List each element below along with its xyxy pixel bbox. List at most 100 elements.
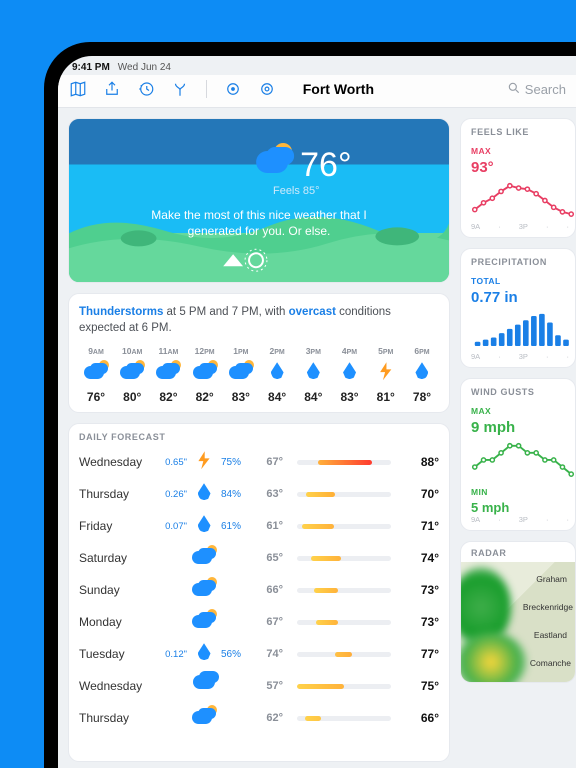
gear-icon[interactable]	[257, 79, 277, 99]
hourly-column[interactable]: 9AM76°	[79, 346, 113, 404]
toolbar: Fort Worth Search	[58, 75, 576, 108]
hourly-column[interactable]: 1PM83°	[224, 346, 258, 404]
daily-row[interactable]: Thursday0.26"84%63°70°	[69, 478, 449, 510]
precipitation-card[interactable]: PRECIPITATION TOTAL 0.77 in 9A·3P··	[460, 248, 576, 368]
rain-icon	[338, 362, 362, 384]
hourly-column[interactable]: 3PM84°	[296, 346, 330, 404]
status-bar: 9:41 PM Wed Jun 24	[58, 56, 576, 75]
day-name: Thursday	[79, 487, 147, 501]
partly-cloudy-icon	[229, 362, 253, 384]
toolbar-separator	[206, 80, 207, 98]
precip-title: PRECIPITATION	[471, 255, 575, 271]
history-icon[interactable]	[136, 79, 156, 99]
share-icon[interactable]	[102, 79, 122, 99]
hour-label: 10AM	[122, 346, 142, 356]
fork-icon[interactable]	[170, 79, 190, 99]
partly-cloudy-icon	[84, 362, 108, 384]
daily-row[interactable]: Friday0.07"61%61°71°	[69, 510, 449, 542]
daily-row[interactable]: Thursday62°66°	[69, 702, 449, 734]
day-name: Sunday	[79, 583, 147, 597]
wind-max-label: MAX	[471, 406, 491, 416]
daily-row[interactable]: Wednesday57°75°	[69, 670, 449, 702]
status-time: 9:41 PM	[72, 62, 110, 73]
day-name: Thursday	[79, 711, 147, 725]
day-name: Tuesday	[79, 647, 147, 661]
low-temp: 65°	[255, 552, 283, 564]
hourly-column[interactable]: 11AM82°	[151, 346, 185, 404]
temp-range-bar	[297, 524, 391, 529]
thunderstorm-icon	[374, 362, 398, 384]
partly-cloudy-icon	[254, 145, 294, 185]
map-icon[interactable]	[68, 79, 88, 99]
hero-message: Make the most of this nice weather that …	[69, 207, 449, 239]
rain-icon	[301, 362, 325, 384]
daily-forecast-card[interactable]: DAILY FORECAST Wednesday0.65"75%67°88°Th…	[68, 423, 450, 762]
feels-like-title: FEELS LIKE	[471, 125, 575, 141]
hourly-column[interactable]: 2PM84°	[260, 346, 294, 404]
feels-like-card[interactable]: FEELS LIKE MAX 93° 9A·3P··	[460, 118, 576, 238]
rain-icon	[410, 362, 434, 384]
forecast-summary: Thunderstorms at 5 PM and 7 PM, with ove…	[79, 304, 439, 336]
daily-row[interactable]: Tuesday0.12"56%74°77°	[69, 638, 449, 670]
high-temp: 73°	[405, 583, 439, 597]
temp-range-bar	[297, 588, 391, 593]
daily-title: DAILY FORECAST	[69, 424, 449, 446]
partly-cloudy-icon	[192, 611, 216, 633]
partly-cloudy-icon	[192, 579, 216, 601]
day-name: Saturday	[79, 551, 147, 565]
wind-max: 9 mph	[471, 419, 575, 436]
hourly-column[interactable]: 12PM82°	[188, 346, 222, 404]
low-temp: 67°	[255, 456, 283, 468]
partly-cloudy-icon	[192, 707, 216, 729]
thunderstorm-icon	[193, 451, 215, 473]
low-temp: 66°	[255, 584, 283, 596]
partly-cloudy-icon	[120, 362, 144, 384]
hour-label: 5PM	[378, 346, 393, 356]
temp-range-bar	[297, 556, 391, 561]
hour-temp: 84°	[268, 390, 286, 404]
wind-gusts-card[interactable]: WIND GUSTS MAX 9 mph MIN 5 mph 9A·3P··	[460, 378, 576, 531]
hourly-forecast-card[interactable]: Thunderstorms at 5 PM and 7 PM, with ove…	[68, 293, 450, 413]
daily-row[interactable]: Saturday65°74°	[69, 542, 449, 574]
current-conditions-card[interactable]: 76° Feels 85° Make the most of this nice…	[68, 118, 450, 283]
feels-like-max: 93°	[471, 159, 575, 176]
day-name: Monday	[79, 615, 147, 629]
precip-total: 0.77 in	[471, 289, 575, 306]
temp-range-bar	[297, 716, 391, 721]
daily-row[interactable]: Wednesday0.65"75%67°88°	[69, 446, 449, 478]
high-temp: 88°	[405, 455, 439, 469]
hourly-column[interactable]: 10AM80°	[115, 346, 149, 404]
low-temp: 63°	[255, 488, 283, 500]
partly-cloudy-icon	[193, 362, 217, 384]
daily-row[interactable]: Sunday 66° 73°	[69, 574, 449, 606]
rain-icon	[193, 515, 215, 537]
daily-row[interactable]: Monday67°73°	[69, 606, 449, 638]
radar-city: Graham	[536, 574, 567, 584]
radar-card[interactable]: RADAR Graham Breckenridge Eastland Coman…	[460, 541, 576, 683]
temp-range-bar	[297, 684, 391, 689]
target-icon[interactable]	[223, 79, 243, 99]
search-field[interactable]: Search	[507, 81, 566, 98]
hour-label: 4PM	[342, 346, 357, 356]
hour-temp: 82°	[159, 390, 177, 404]
status-date: Wed Jun 24	[118, 62, 171, 73]
hourly-column[interactable]: 5PM81°	[369, 346, 403, 404]
hour-temp: 83°	[340, 390, 358, 404]
partly-cloudy-icon	[192, 547, 216, 569]
current-temp: 76°	[300, 146, 351, 185]
precip-amount: 0.65"	[153, 457, 187, 468]
wind-min-label: MIN	[471, 487, 488, 497]
rain-icon	[193, 643, 215, 665]
radar-city: Eastland	[534, 630, 567, 640]
day-name: Friday	[79, 519, 147, 533]
hourly-column[interactable]: 6PM78°	[405, 346, 439, 404]
radar-map[interactable]: Graham Breckenridge Eastland Comanche	[461, 562, 575, 682]
radar-title: RADAR	[461, 542, 575, 562]
low-temp: 61°	[255, 520, 283, 532]
cloud-icon	[193, 675, 215, 697]
feels-like-max-label: MAX	[471, 146, 491, 156]
wind-min: 5 mph	[471, 500, 575, 515]
hourly-column[interactable]: 4PM 83°	[333, 346, 367, 404]
precip-amount: 0.26"	[153, 489, 187, 500]
temp-range-bar	[297, 492, 391, 497]
